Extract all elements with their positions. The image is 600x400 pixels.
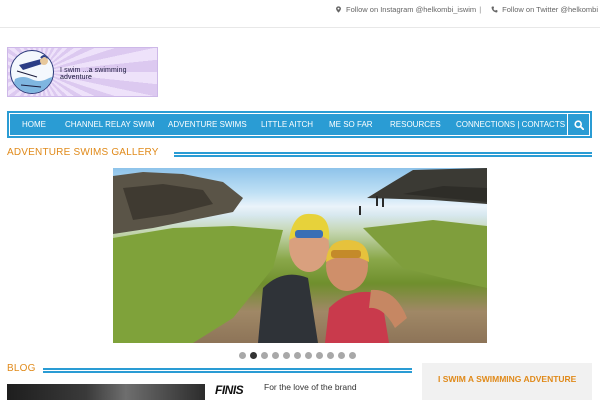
logo-emblem [10,50,54,94]
blog-heading: BLOG [7,363,36,374]
search-icon [573,119,584,130]
instagram-label: Follow on Instagram @helkombi_iswim [346,5,477,14]
gallery-dot[interactable] [239,352,246,359]
beach-selfie-photo [113,168,487,343]
gallery-slide-photo[interactable] [113,168,487,343]
nav-item-connections-contacts[interactable]: CONNECTIONS | CONTACTS [456,120,565,129]
gallery-dot[interactable] [327,352,334,359]
gallery-dot[interactable] [294,352,301,359]
gallery-dot[interactable] [272,352,279,359]
nav-search-button[interactable] [567,114,589,135]
gallery-dot-active[interactable] [250,352,257,359]
blog-post-title[interactable]: For the love of the brand [264,382,357,392]
nav-item-resources[interactable]: RESOURCES [390,120,441,129]
swimmer-logo-icon [11,55,53,93]
nav-item-little-aitch[interactable]: LITTLE AITCH [261,120,313,129]
top-bar: Follow on Instagram @helkombi_iswim | Fo… [0,0,600,28]
twitter-label: Follow on Twitter @helkombi [502,5,598,14]
sidebar-widget-title: I SWIM A SWIMMING ADVENTURE [438,374,577,384]
gallery-pagination [239,352,360,359]
sidebar-widget: I SWIM A SWIMMING ADVENTURE [422,363,592,400]
gallery-heading-rule [174,152,592,157]
main-nav: HOME CHANNEL RELAY SWIM ADVENTURE SWIMS … [7,111,592,138]
social-links: Follow on Instagram @helkombi_iswim | Fo… [335,5,598,14]
map-marker-icon [336,6,341,13]
gallery-heading: ADVENTURE SWIMS GALLERY [7,147,159,158]
nav-item-me-so-far[interactable]: ME SO FAR [329,120,373,129]
blog-post-thumbnail[interactable] [7,384,205,400]
main-nav-inner: HOME CHANNEL RELAY SWIM ADVENTURE SWIMS … [9,113,590,136]
nav-item-adventure-swims[interactable]: ADVENTURE SWIMS [168,120,247,129]
nav-item-channel-relay-swim[interactable]: CHANNEL RELAY SWIM [65,120,155,129]
gallery-dot[interactable] [305,352,312,359]
gallery-dot[interactable] [338,352,345,359]
topbar-separator: | [479,5,482,14]
nav-item-home[interactable]: HOME [22,120,46,129]
finis-brand-logo[interactable]: FINIS [215,383,244,397]
phone-icon [491,6,498,13]
gallery-dot[interactable] [316,352,323,359]
gallery-dot[interactable] [261,352,268,359]
blog-heading-rule [43,368,412,373]
gallery-dot[interactable] [283,352,290,359]
gallery-dot[interactable] [349,352,356,359]
logo-text: I swim ...a swimming adventure [60,67,127,81]
site-logo[interactable]: I swim ...a swimming adventure [7,47,158,97]
instagram-link[interactable]: Follow on Instagram @helkombi_iswim [335,5,476,14]
twitter-link[interactable]: Follow on Twitter @helkombi [491,5,598,14]
